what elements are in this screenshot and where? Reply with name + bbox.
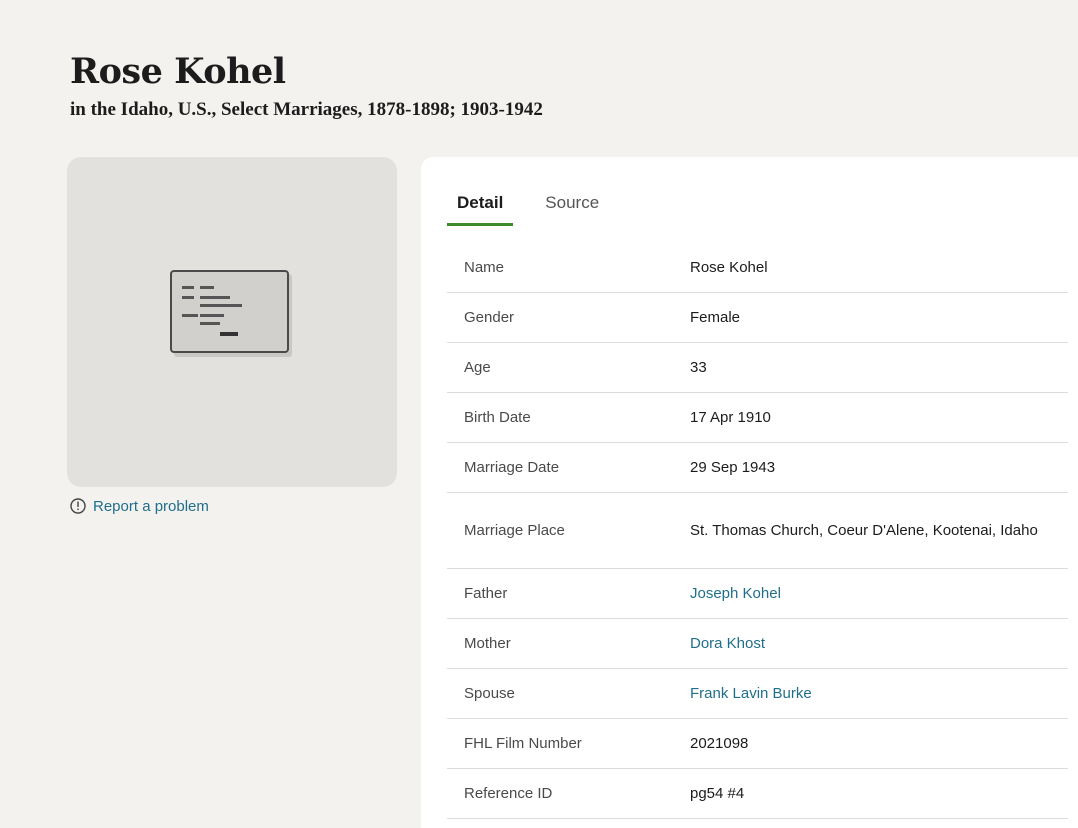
detail-label: Reference ID [464,785,553,802]
detail-label: Name [464,259,505,276]
detail-row-fhl-film-number: FHL Film Number 2021098 [447,719,1068,769]
detail-label: Father [464,585,508,602]
record-document-icon [170,270,292,357]
page-title: Rose Kohel [70,51,286,92]
detail-value: 2021098 [690,734,749,752]
detail-value: Female [690,308,741,326]
record-image-placeholder[interactable] [67,157,397,487]
detail-label: Age [464,359,491,376]
report-problem-label: Report a problem [93,497,209,515]
detail-row-name: Name Rose Kohel [447,243,1068,293]
detail-row-birth-date: Birth Date 17 Apr 1910 [447,393,1068,443]
detail-label: Gender [464,309,515,326]
detail-label: FHL Film Number [464,735,582,752]
record-page: Rose Kohel in the Idaho, U.S., Select Ma… [0,0,1078,828]
detail-value: 29 Sep 1943 [690,458,776,476]
detail-label: Marriage Place [464,522,565,539]
detail-table: Name Rose Kohel Gender Female Age 33 Bir… [447,243,1068,819]
detail-label: Spouse [464,685,515,702]
detail-value: St. Thomas Church, Coeur D'Alene, Kooten… [690,521,1038,539]
detail-row-reference-id: Reference ID pg54 #4 [447,769,1068,819]
tab-detail[interactable]: Detail [447,193,514,226]
detail-label: Marriage Date [464,459,560,476]
detail-row-marriage-date: Marriage Date 29 Sep 1943 [447,443,1068,493]
record-header: Rose Kohel in the Idaho, U.S., Select Ma… [70,50,543,122]
detail-row-spouse: Spouse Frank Lavin Burke [447,669,1068,719]
detail-row-mother: Mother Dora Khost [447,619,1068,669]
detail-value: pg54 #4 [690,784,745,802]
father-link[interactable]: Joseph Kohel [690,583,1068,605]
detail-value: 17 Apr 1910 [690,408,771,426]
detail-value: 33 [690,358,707,376]
detail-label: Mother [464,635,511,652]
mother-link[interactable]: Dora Khost [690,633,1068,655]
tab-bar: Detail Source [447,193,609,226]
detail-row-age: Age 33 [447,343,1068,393]
detail-value: Rose Kohel [690,258,768,276]
tab-source[interactable]: Source [535,193,609,226]
detail-row-marriage-place: Marriage Place St. Thomas Church, Coeur … [447,493,1068,569]
spouse-link[interactable]: Frank Lavin Burke [690,683,1068,705]
report-problem-link[interactable]: Report a problem [69,497,209,515]
collection-subtitle: in the Idaho, U.S., Select Marriages, 18… [70,99,543,120]
detail-row-father: Father Joseph Kohel [447,569,1068,619]
detail-label: Birth Date [464,409,531,426]
record-detail-panel: Detail Source Name Rose Kohel Gender Fem… [421,157,1078,828]
info-circle-icon [70,498,86,514]
detail-row-gender: Gender Female [447,293,1068,343]
